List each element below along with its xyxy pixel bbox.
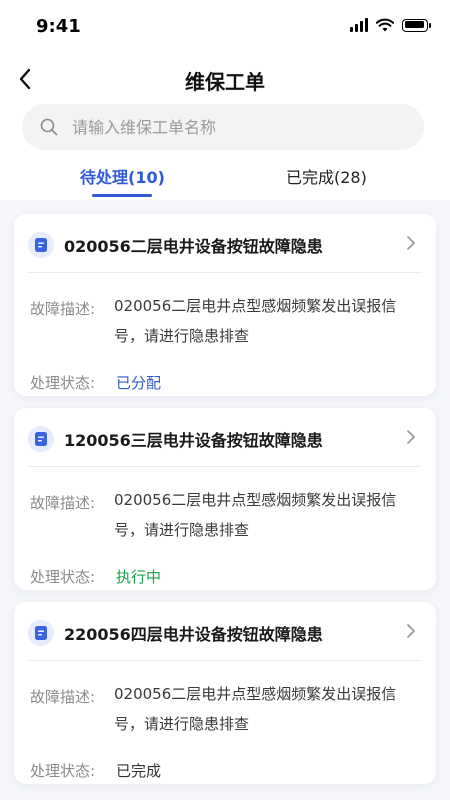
nav-bar: 维保工单 — [0, 56, 450, 102]
status-value: 已分配 — [116, 374, 162, 392]
description-label: 故障描述: — [30, 688, 96, 706]
tab-active-indicator — [92, 194, 152, 197]
search-input[interactable] — [72, 117, 392, 137]
description-text: 020056二层电井点型感烟频繁发出误报信号，请进行隐患排查 — [114, 685, 397, 733]
status-value: 执行中 — [116, 568, 162, 586]
description-label: 故障描述: — [30, 494, 96, 512]
tab-bar: 待处理(10) 已完成(28) — [0, 160, 450, 200]
tab-pending[interactable]: 待处理(10) — [80, 164, 165, 188]
card-title: 220056四层电井设备按钮故障隐患 — [64, 625, 323, 644]
document-icon — [28, 620, 54, 646]
status-label: 处理状态: — [30, 374, 96, 392]
cellular-signal-icon — [350, 18, 368, 32]
description-label: 故障描述: — [30, 300, 96, 318]
status-value: 已完成 — [116, 762, 162, 780]
page-title: 维保工单 — [185, 70, 265, 94]
work-order-card[interactable]: 120056三层电井设备按钮故障隐患 故障描述: 020056二层电井点型感烟频… — [14, 408, 436, 590]
divider — [28, 272, 422, 273]
description-text: 020056二层电井点型感烟频繁发出误报信号，请进行隐患排查 — [114, 297, 397, 345]
work-order-card[interactable]: 220056四层电井设备按钮故障隐患 故障描述: 020056二层电井点型感烟频… — [14, 602, 436, 784]
divider — [28, 660, 422, 661]
card-header[interactable]: 220056四层电井设备按钮故障隐患 — [14, 602, 436, 660]
search-bar[interactable] — [22, 104, 424, 150]
status-time: 9:41 — [36, 16, 81, 37]
status-label: 处理状态: — [30, 762, 96, 780]
card-header[interactable]: 020056二层电井设备按钮故障隐患 — [14, 214, 436, 272]
card-title: 120056三层电井设备按钮故障隐患 — [64, 431, 323, 450]
chevron-right-icon — [407, 624, 415, 638]
card-title: 020056二层电井设备按钮故障隐患 — [64, 237, 323, 256]
description-text: 020056二层电井点型感烟频繁发出误报信号，请进行隐患排查 — [114, 491, 397, 539]
work-order-card[interactable]: 020056二层电井设备按钮故障隐患 故障描述: 020056二层电井点型感烟频… — [14, 214, 436, 396]
battery-icon — [402, 18, 431, 32]
status-icons — [350, 18, 431, 32]
chevron-right-icon — [407, 236, 415, 250]
divider — [28, 466, 422, 467]
document-icon — [28, 232, 54, 258]
tab-completed[interactable]: 已完成(28) — [286, 164, 367, 188]
wifi-icon — [376, 18, 394, 32]
chevron-right-icon — [407, 430, 415, 444]
status-label: 处理状态: — [30, 568, 96, 586]
search-icon — [40, 117, 60, 137]
card-header[interactable]: 120056三层电井设备按钮故障隐患 — [14, 408, 436, 466]
document-icon — [28, 426, 54, 452]
status-bar: 9:41 — [0, 0, 450, 54]
